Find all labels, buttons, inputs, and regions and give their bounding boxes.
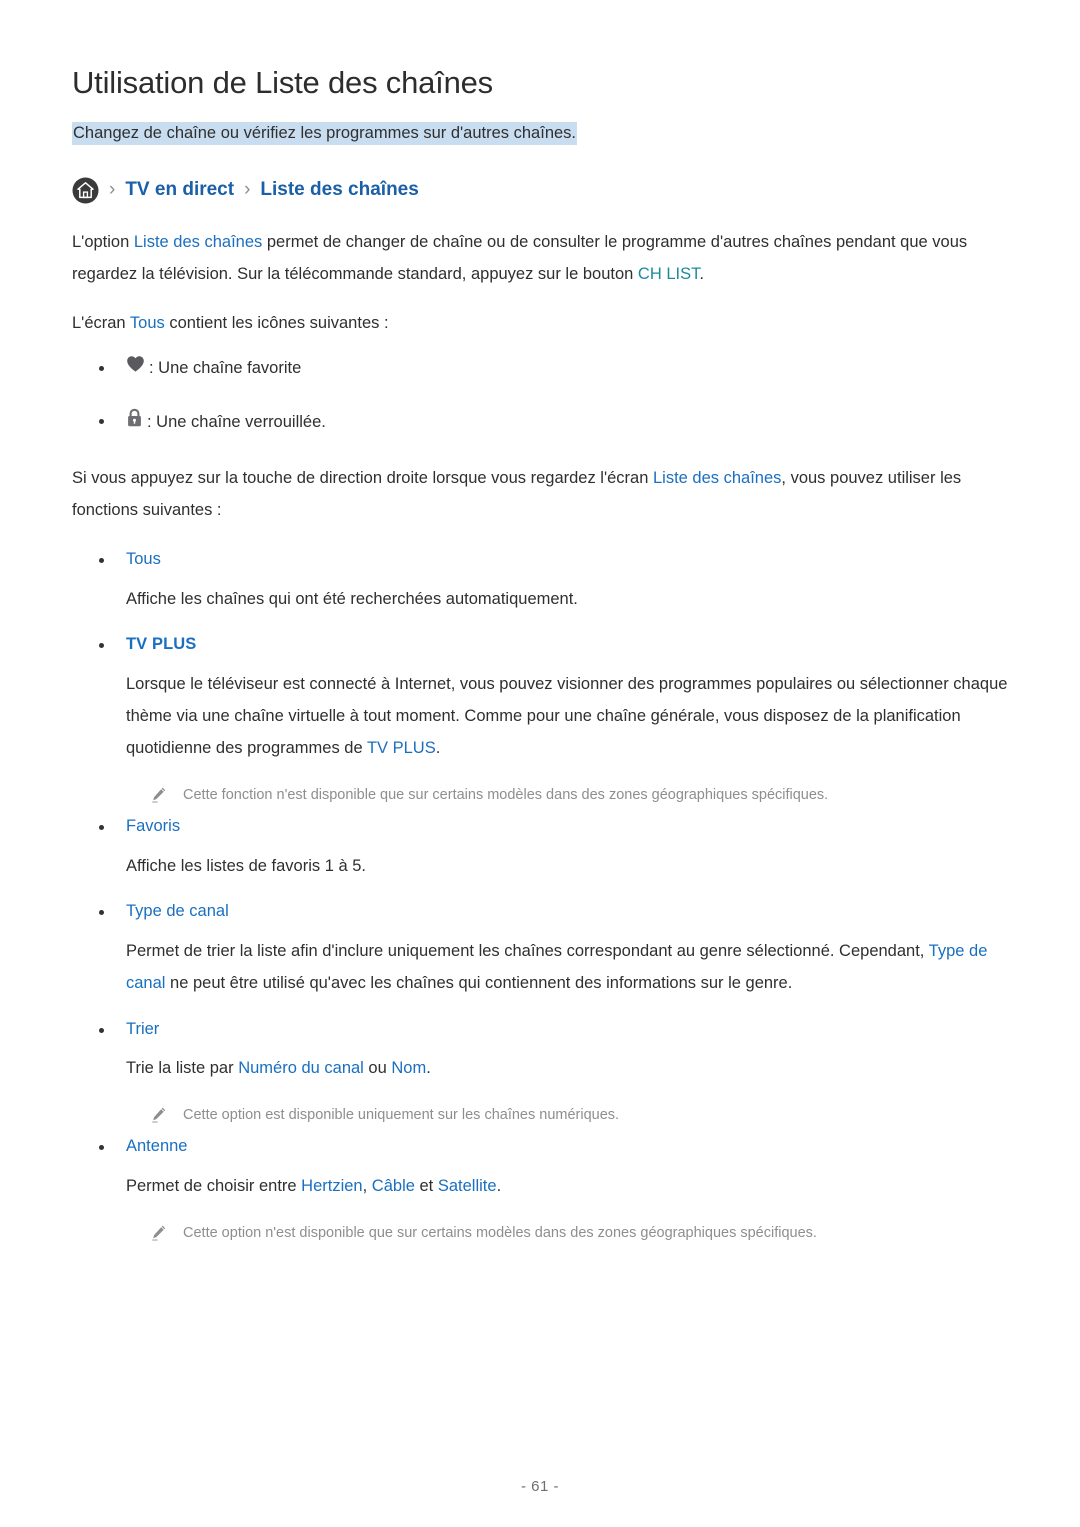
note-text: Cette fonction n'est disponible que sur … xyxy=(183,787,829,804)
feature-title[interactable]: Type de canal xyxy=(126,898,1020,924)
feature-desc-text-2: . xyxy=(435,739,441,758)
icon-legend-label: : Une chaîne verrouillée. xyxy=(147,412,326,431)
feature-description: Affiche les listes de favoris 1 à 5. xyxy=(126,850,1016,882)
page-title: Utilisation de Liste des chaînes xyxy=(72,65,493,100)
breadcrumb-item-liste-des-chaines[interactable]: Liste des chaînes xyxy=(260,179,418,201)
feature-desc-text-mid: , xyxy=(362,1176,372,1195)
page-subtitle: Changez de chaîne ou vérifiez les progra… xyxy=(72,121,578,145)
feature-desc-text-1: Permet de choisir entre xyxy=(126,1176,302,1195)
feature-desc-link-numero-du-canal[interactable]: Numéro du canal xyxy=(238,1059,364,1077)
intro-p2-text-2: contient les icônes suivantes : xyxy=(164,313,389,332)
page-subtitle-wrap: Changez de chaîne ou vérifiez les progra… xyxy=(72,121,1020,146)
feature-item-tv-plus: TV PLUS Lorsque le téléviseur est connec… xyxy=(72,631,1020,809)
intro-p2-text-1: L'écran xyxy=(72,313,130,332)
feature-title[interactable]: Antenne xyxy=(126,1133,1020,1159)
pencil-icon xyxy=(150,1224,167,1247)
feature-desc-text-mid-2: et xyxy=(414,1176,438,1195)
feature-title[interactable]: Favoris xyxy=(126,813,1020,839)
feature-item-favoris: Favoris Affiche les listes de favoris 1 … xyxy=(72,813,1020,882)
feature-list: Tous Affiche les chaînes qui ont été rec… xyxy=(72,546,1020,1246)
feature-desc-text-mid: ou xyxy=(363,1058,392,1077)
feature-title[interactable]: Tous xyxy=(126,546,1020,572)
feature-desc-link-tv-plus[interactable]: TV PLUS xyxy=(367,739,436,757)
note-antenne: Cette option n'est disponible que sur ce… xyxy=(126,1222,1020,1247)
feature-item-trier: Trier Trie la liste par Numéro du canal … xyxy=(72,1016,1020,1130)
breadcrumb-item-tv-en-direct[interactable]: TV en direct xyxy=(125,179,234,201)
feature-desc-link-cable[interactable]: Câble xyxy=(372,1177,415,1195)
feature-desc-text-1: Affiche les chaînes qui ont été recherch… xyxy=(126,589,578,608)
feature-description: Permet de choisir entre Hertzien, Câble … xyxy=(126,1170,1016,1202)
home-icon[interactable] xyxy=(72,177,99,204)
feature-item-tous: Tous Affiche les chaînes qui ont été rec… xyxy=(72,546,1020,615)
list-item: : Une chaîne verrouillée. xyxy=(72,408,1020,436)
pencil-icon xyxy=(150,786,167,809)
note-tv-plus: Cette fonction n'est disponible que sur … xyxy=(126,784,1020,809)
heart-icon xyxy=(126,355,145,381)
intro-p1-text-3: . xyxy=(699,264,704,283)
functions-intro-paragraph: Si vous appuyez sur la touche de directi… xyxy=(72,462,1020,526)
feature-desc-link-nom[interactable]: Nom xyxy=(391,1059,426,1077)
functions-intro-link-liste-des-chaines[interactable]: Liste des chaînes xyxy=(653,469,781,487)
intro-paragraph-1: L'option Liste des chaînes permet de cha… xyxy=(72,226,1020,290)
breadcrumb: › TV en direct › Liste des chaînes xyxy=(72,177,1020,204)
feature-desc-text-2: . xyxy=(496,1176,502,1195)
intro-p1-link-liste-des-chaines[interactable]: Liste des chaînes xyxy=(134,233,262,251)
breadcrumb-separator-2: › xyxy=(244,179,251,201)
functions-intro-text-1: Si vous appuyez sur la touche de directi… xyxy=(72,468,653,487)
icon-legend-list: : Une chaîne favorite : Une chaîne verro… xyxy=(72,355,1020,436)
icon-legend-label: : Une chaîne favorite xyxy=(149,359,302,378)
feature-desc-link-hertzien[interactable]: Hertzien xyxy=(301,1177,362,1195)
feature-desc-text-1: Trie la liste par xyxy=(126,1058,239,1077)
feature-desc-text-1: Affiche les listes de favoris 1 à 5. xyxy=(126,856,366,875)
feature-description: Lorsque le téléviseur est connecté à Int… xyxy=(126,668,1016,765)
lock-icon xyxy=(126,408,143,436)
feature-description: Permet de trier la liste afin d'inclure … xyxy=(126,935,1016,999)
intro-p2-link-tous[interactable]: Tous xyxy=(130,314,165,332)
feature-title[interactable]: TV PLUS xyxy=(126,631,1020,657)
breadcrumb-separator-1: › xyxy=(109,179,116,201)
document-page: Utilisation de Liste des chaînes Changez… xyxy=(0,0,1080,1527)
note-trier: Cette option est disponible uniquement s… xyxy=(126,1104,1020,1129)
feature-desc-text-1: Lorsque le téléviseur est connecté à Int… xyxy=(126,674,1008,758)
feature-desc-text-2: ne peut être utilisé qu'avec les chaînes… xyxy=(165,973,793,992)
feature-desc-link-satellite[interactable]: Satellite xyxy=(438,1177,497,1195)
page-number: - 61 - xyxy=(520,1478,559,1495)
feature-description: Affiche les chaînes qui ont été recherch… xyxy=(126,583,1016,615)
feature-description: Trie la liste par Numéro du canal ou Nom… xyxy=(126,1052,1016,1084)
pencil-icon xyxy=(150,1106,167,1129)
feature-desc-text-1: Permet de trier la liste afin d'inclure … xyxy=(126,941,929,960)
intro-paragraph-2: L'écran Tous contient les icônes suivant… xyxy=(72,307,1020,339)
feature-item-antenne: Antenne Permet de choisir entre Hertzien… xyxy=(72,1133,1020,1247)
feature-item-type-de-canal: Type de canal Permet de trier la liste a… xyxy=(72,898,1020,999)
intro-p1-link-ch-list[interactable]: CH LIST xyxy=(638,265,699,283)
feature-desc-text-2: . xyxy=(426,1058,431,1077)
list-item: : Une chaîne favorite xyxy=(72,355,1020,381)
note-text: Cette option n'est disponible que sur ce… xyxy=(183,1224,817,1241)
intro-p1-text-1: L'option xyxy=(72,232,134,251)
feature-title[interactable]: Trier xyxy=(126,1016,1020,1042)
note-text: Cette option est disponible uniquement s… xyxy=(183,1107,620,1124)
